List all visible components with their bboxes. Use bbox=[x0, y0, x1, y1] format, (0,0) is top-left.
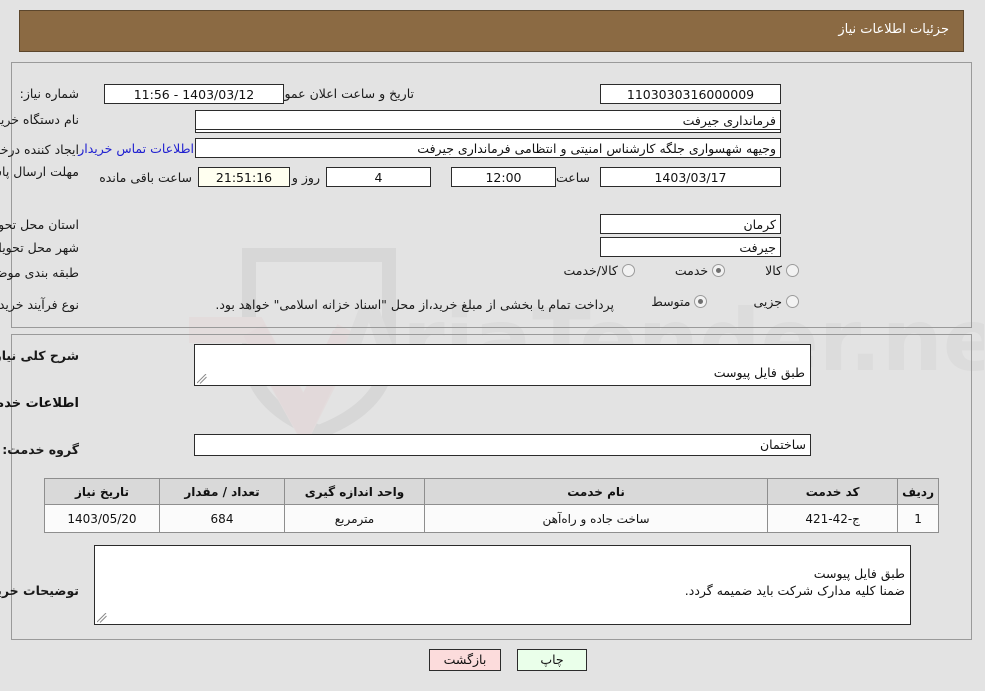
th-code: کد خدمت bbox=[768, 478, 900, 505]
radio-process-1[interactable] bbox=[695, 295, 709, 308]
need-number-value: 1103030316000009 bbox=[601, 84, 782, 104]
resize-grip-icon bbox=[198, 374, 208, 384]
service-group-value: ساختمان bbox=[195, 434, 812, 456]
radio-category-2[interactable] bbox=[622, 264, 636, 277]
need-description-textarea[interactable]: طبق فایل پیوست bbox=[195, 344, 812, 386]
services-table: ردیف کد خدمت نام خدمت واحد اندازه گیری ت… bbox=[45, 478, 940, 533]
services-section-heading: اطلاعات خدمات مورد نیاز bbox=[0, 396, 80, 411]
buyer-contact-link[interactable]: اطلاعات تماس خریدار bbox=[79, 141, 195, 156]
delivery-province-label: استان محل تحویل: bbox=[0, 217, 80, 232]
announce-date-value: 11:56 - 1403/03/12 bbox=[105, 84, 285, 104]
remaining-days-label: روز و bbox=[292, 170, 321, 185]
purchase-process-label: نوع فرآیند خرید : bbox=[0, 297, 80, 312]
category-radio-group: کالا خدمت کالا/خدمت bbox=[564, 263, 800, 278]
announce-date-label: تاریخ و ساعت اعلان عمومی: bbox=[264, 86, 415, 101]
need-description-label: شرح کلی نیاز: bbox=[0, 348, 80, 363]
radio-category-2-label: کالا/خدمت bbox=[564, 263, 619, 278]
buyer-org-value: فرمانداری جیرفت bbox=[196, 110, 782, 130]
radio-process-1-label: متوسط bbox=[652, 294, 692, 309]
th-row: ردیف bbox=[898, 478, 940, 505]
request-creator-label: ایجاد کننده درخواست: bbox=[0, 142, 80, 157]
deadline-hour-value: 12:00 bbox=[452, 167, 557, 187]
back-button[interactable]: بازگشت bbox=[430, 649, 502, 671]
cell-quantity: 684 bbox=[160, 504, 286, 533]
delivery-city-value: جیرفت bbox=[601, 237, 782, 257]
print-button[interactable]: چاپ bbox=[518, 649, 588, 671]
table-row: 1 ج-42-421 ساخت جاده و راه‌آهن مترمربع 6… bbox=[45, 504, 940, 533]
radio-category-1-label: خدمت bbox=[675, 263, 710, 278]
radio-category-1[interactable] bbox=[713, 264, 727, 277]
cell-row: 1 bbox=[898, 504, 940, 533]
table-header-row: ردیف کد خدمت نام خدمت واحد اندازه گیری ت… bbox=[45, 478, 940, 505]
radio-process-0[interactable] bbox=[787, 295, 800, 308]
radio-category-0[interactable] bbox=[787, 264, 800, 277]
delivery-city-label: شهر محل تحویل: bbox=[0, 240, 80, 255]
buyer-notes-label: توضیحات خریدار: bbox=[0, 583, 80, 598]
response-deadline-label: مهلت ارسال پاسخ: تا تاریخ: bbox=[0, 164, 80, 179]
th-date: تاریخ نیاز bbox=[45, 478, 161, 505]
radio-category-0-label: کالا bbox=[766, 263, 783, 278]
th-unit: واحد اندازه گیری bbox=[285, 478, 426, 505]
subject-category-label: طبقه بندی موضوعی: bbox=[0, 265, 80, 280]
cell-name: ساخت جاده و راه‌آهن bbox=[424, 504, 770, 533]
buyer-notes-textarea[interactable]: طبق فایل پیوست ضمنا کلیه مدارک شرکت باید… bbox=[95, 545, 912, 625]
page-root: AriaTender.net جزئیات اطلاعات نیاز شماره… bbox=[0, 0, 985, 691]
deadline-date-value: 1403/03/17 bbox=[601, 167, 782, 187]
resize-grip-icon-2 bbox=[98, 613, 108, 623]
buyer-org-label: نام دستگاه خریدار: bbox=[0, 112, 80, 127]
radio-process-0-label: جزیی bbox=[754, 294, 783, 309]
cell-unit: مترمربع bbox=[285, 504, 426, 533]
service-group-label: گروه خدمت: bbox=[3, 442, 80, 457]
header-bar: جزئیات اطلاعات نیاز bbox=[20, 10, 965, 52]
remaining-days-value: 4 bbox=[327, 167, 432, 187]
buyer-notes-value: طبق فایل پیوست ضمنا کلیه مدارک شرکت باید… bbox=[685, 566, 906, 598]
countdown-timer: 21:51:16 bbox=[199, 167, 291, 187]
process-payment-note: پرداخت تمام یا بخشی از مبلغ خرید،از محل … bbox=[216, 297, 615, 312]
cell-date: 1403/05/20 bbox=[45, 504, 161, 533]
buyer-org-value-secondary bbox=[196, 130, 782, 133]
request-creator-value: وجیهه شهسواری جلگه کارشناس امنیتی و انتظ… bbox=[196, 138, 782, 158]
page-title: جزئیات اطلاعات نیاز bbox=[839, 22, 950, 37]
delivery-province-value: کرمان bbox=[601, 214, 782, 234]
cell-code: ج-42-421 bbox=[768, 504, 900, 533]
remaining-hours-label: ساعت باقی مانده bbox=[100, 170, 193, 185]
th-name: نام خدمت bbox=[424, 478, 770, 505]
deadline-hour-label: ساعت bbox=[556, 170, 591, 185]
need-description-value: طبق فایل پیوست bbox=[714, 365, 806, 380]
th-quantity: تعداد / مقدار bbox=[160, 478, 286, 505]
need-number-label: شماره نیاز: bbox=[20, 86, 80, 101]
process-radio-group: جزیی متوسط bbox=[652, 294, 800, 309]
